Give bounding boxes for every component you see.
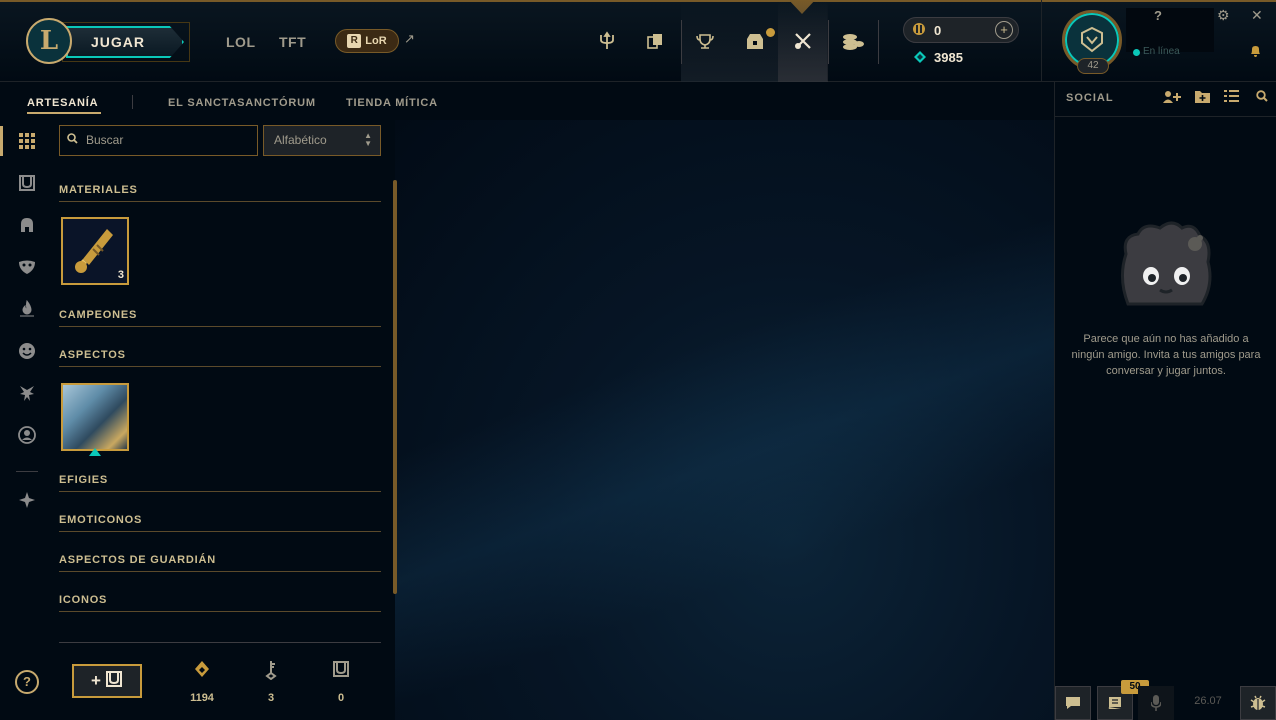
social-title: SOCIAL xyxy=(1066,92,1114,104)
skin-rarity-gem-icon xyxy=(89,448,101,456)
chest-icon xyxy=(316,660,366,684)
nav-divider xyxy=(878,20,879,64)
profile-divider xyxy=(1041,0,1042,82)
status-text[interactable]: En línea xyxy=(1143,46,1180,57)
bug-report-icon[interactable] xyxy=(1240,686,1276,720)
sort-dropdown[interactable]: Alfabético ▲ ▼ xyxy=(263,125,381,156)
trophy-icon[interactable] xyxy=(692,28,718,54)
chest-filter-icon[interactable] xyxy=(15,171,39,195)
search-input[interactable] xyxy=(86,131,246,149)
category-emotes[interactable]: EMOTICONOS xyxy=(59,514,381,532)
chat-bubble-icon[interactable] xyxy=(1055,686,1091,720)
chest-icon xyxy=(105,670,123,693)
nav-divider xyxy=(828,20,829,64)
external-link-icon[interactable]: ↗ xyxy=(404,31,415,47)
social-panel xyxy=(1054,82,1276,720)
orange-essence-value: 1194 xyxy=(190,692,214,704)
tab-divider xyxy=(132,95,133,109)
tab-mythic-shop[interactable]: TIENDA MÍTICA xyxy=(346,97,438,109)
close-icon[interactable]: ✕ xyxy=(1251,7,1263,24)
voice-mic-icon[interactable] xyxy=(1138,686,1174,720)
add-folder-icon[interactable] xyxy=(1195,90,1210,106)
plus-label: + xyxy=(91,671,101,690)
help-circle-button[interactable]: ? xyxy=(15,670,39,694)
chest-stat: 0 xyxy=(316,660,366,704)
key-stat: 3 xyxy=(246,660,296,704)
rail-divider xyxy=(16,471,38,472)
rail-active-indicator xyxy=(0,126,3,156)
blue-essence-value: 3985 xyxy=(934,50,963,65)
legacy-filter-icon[interactable] xyxy=(15,488,39,512)
rp-coin-icon xyxy=(912,22,926,39)
loot-notification-dot xyxy=(766,28,775,37)
lor-label: LoR xyxy=(365,35,387,47)
key-fragment-icon xyxy=(67,223,123,284)
background-swirl xyxy=(395,120,1054,720)
lor-button[interactable]: R LoR xyxy=(335,29,399,53)
help-button[interactable]: ? xyxy=(1154,8,1162,23)
buy-rp-button[interactable]: + xyxy=(995,21,1013,39)
loot-subnav xyxy=(0,82,1054,120)
profile-icon-filter-icon[interactable] xyxy=(15,423,39,447)
key-icon xyxy=(246,660,296,684)
category-materials[interactable]: MATERIALES xyxy=(59,184,381,202)
cards-icon[interactable] xyxy=(642,28,668,54)
patch-version: 26.07 xyxy=(1194,695,1222,707)
store-coins-icon[interactable] xyxy=(840,28,866,54)
active-tab-underline xyxy=(27,112,101,114)
item-count: 3 xyxy=(117,269,124,281)
lor-r-icon: R xyxy=(347,34,362,48)
chest-value: 0 xyxy=(337,692,345,704)
sort-chevrons-icon: ▲ ▼ xyxy=(364,131,372,148)
orange-essence-icon xyxy=(177,660,227,684)
social-empty-message: Parece que aún no has añadido a ningún a… xyxy=(1071,333,1261,377)
eternals-icon[interactable] xyxy=(15,381,39,405)
orange-essence-stat: 1194 xyxy=(177,660,227,704)
rp-value: 0 xyxy=(934,23,942,38)
skin-splash-art xyxy=(63,385,127,449)
loot-tile-skin-shard[interactable] xyxy=(61,383,129,456)
sort-value: Alfabético xyxy=(274,133,327,147)
league-logo-icon[interactable]: L xyxy=(26,18,72,64)
top-gold-line xyxy=(0,0,1276,2)
friend-list-icon[interactable] xyxy=(1224,90,1239,105)
crafting-icon[interactable] xyxy=(790,28,816,54)
poro-empty-icon xyxy=(1116,218,1214,310)
category-champions[interactable]: CAMPEONES xyxy=(59,309,381,327)
nav-tft-link[interactable]: TFT xyxy=(279,34,306,50)
nav-lol-link[interactable]: LOL xyxy=(226,34,256,50)
tab-crafting[interactable]: ARTESANÍA xyxy=(27,97,98,109)
trident-icon[interactable] xyxy=(594,28,620,54)
category-skins[interactable]: ASPECTOS xyxy=(59,349,381,367)
blue-essence-icon xyxy=(913,50,927,67)
footer-divider xyxy=(59,642,381,643)
nav-divider xyxy=(681,20,682,64)
add-friend-icon[interactable] xyxy=(1162,90,1182,107)
category-icons[interactable]: ICONOS xyxy=(59,594,381,612)
loot-tile-key-fragment[interactable]: 3 xyxy=(61,217,129,285)
social-header-divider xyxy=(1054,116,1276,117)
social-search-icon[interactable] xyxy=(1256,90,1268,105)
notifications-bell-icon[interactable] xyxy=(1249,44,1262,61)
category-effigies[interactable]: EFIGIES xyxy=(59,474,381,492)
play-button[interactable]: JUGAR xyxy=(66,26,184,58)
settings-gear-icon[interactable]: ⚙ xyxy=(1217,7,1230,24)
loot-scrollbar[interactable] xyxy=(393,180,397,594)
ward-flame-icon[interactable] xyxy=(15,297,39,321)
summoner-level: 42 xyxy=(1077,58,1109,74)
loot-chest-icon[interactable] xyxy=(742,28,768,54)
key-value: 3 xyxy=(267,692,275,704)
all-items-grid-icon[interactable] xyxy=(15,129,39,153)
craft-key-button[interactable]: + xyxy=(72,664,142,698)
champion-helmet-icon[interactable] xyxy=(15,213,39,237)
status-online-dot xyxy=(1133,49,1140,56)
skin-mask-icon[interactable] xyxy=(15,255,39,279)
emote-smiley-icon[interactable] xyxy=(15,339,39,363)
category-guardian-skins[interactable]: ASPECTOS DE GUARDIÁN xyxy=(59,554,381,572)
search-icon xyxy=(67,133,78,147)
tab-sanctum[interactable]: EL SANCTASANCTÓRUM xyxy=(168,97,316,109)
